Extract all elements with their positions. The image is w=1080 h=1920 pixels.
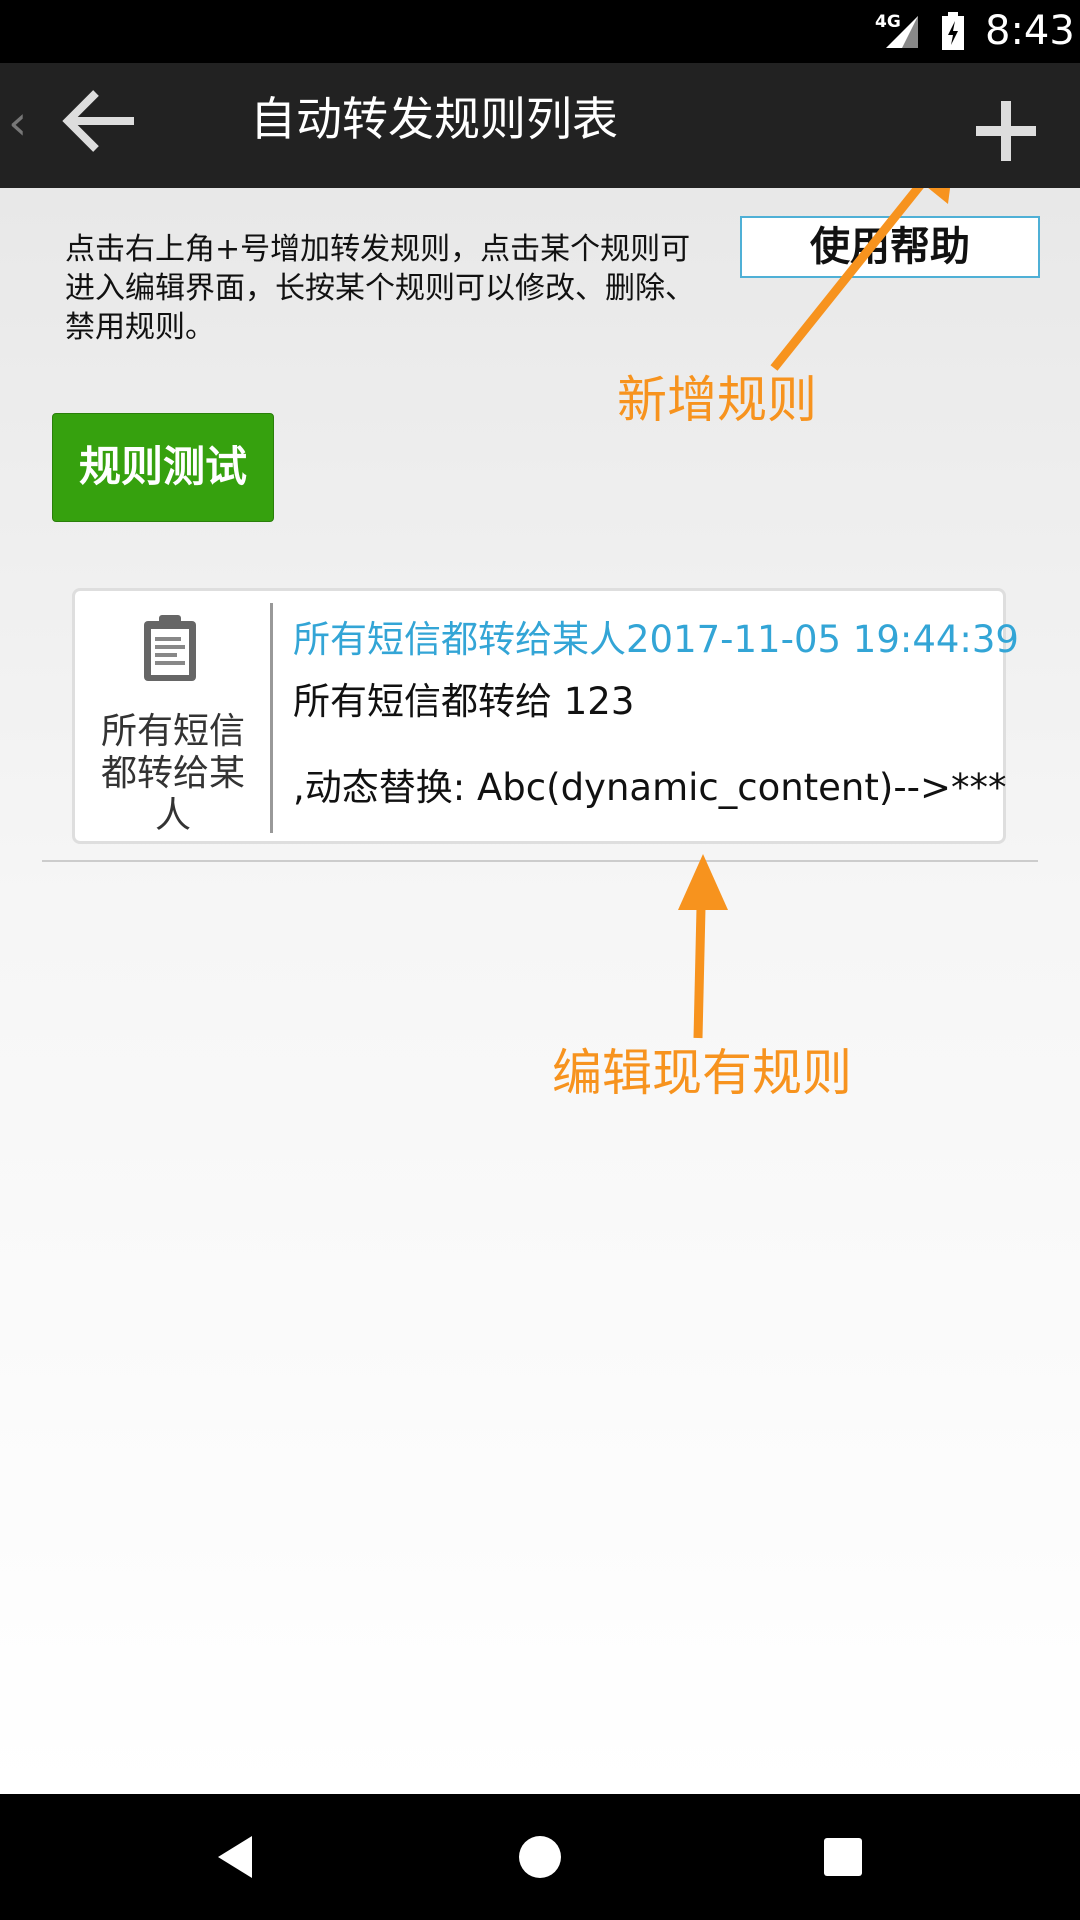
signal-icon <box>886 16 918 48</box>
help-button[interactable]: 使用帮助 <box>740 216 1040 278</box>
arrow-to-add <box>770 188 924 371</box>
rule-test-button[interactable]: 规则测试 <box>52 413 274 522</box>
rule-target: 所有短信都转给 123 <box>293 680 635 723</box>
clipboard-icon <box>144 615 196 681</box>
status-bar: 4G 8:43 <box>0 0 1080 63</box>
annotation-new-rule: 新增规则 <box>617 371 817 429</box>
chevron-left-icon[interactable]: ‹ <box>8 95 27 151</box>
back-triangle-icon[interactable] <box>212 1832 262 1882</box>
recents-square-icon[interactable] <box>818 1832 868 1882</box>
clock: 8:43 <box>985 8 1075 54</box>
arrow-to-rule <box>693 907 706 1039</box>
battery-icon <box>942 12 964 50</box>
plus-icon[interactable] <box>968 93 1044 169</box>
rule-name: 所有短信都转给某人 <box>100 711 245 836</box>
navigation-bar <box>0 1794 1080 1920</box>
arrow-head-rule <box>678 854 728 910</box>
content-area: 点击右上角+号增加转发规则，点击某个规则可进入编辑界面，长按某个规则可以修改、删… <box>0 188 1080 1794</box>
page-title: 自动转发规则列表 <box>250 92 618 146</box>
rule-list-item[interactable]: 所有短信都转给某人 所有短信都转给某人2017-11-05 19:44:39 所… <box>72 588 1019 844</box>
rule-icon-panel: 所有短信都转给某人 <box>75 603 273 836</box>
toolbar: ‹ 自动转发规则列表 <box>0 63 1080 188</box>
annotation-edit-rule: 编辑现有规则 <box>552 1044 852 1102</box>
list-divider <box>42 860 1038 862</box>
rule-title: 所有短信都转给某人2017-11-05 19:44:39 <box>293 618 1019 661</box>
arrow-head-add <box>928 188 951 204</box>
arrow-left-icon[interactable] <box>60 85 140 157</box>
help-description: 点击右上角+号增加转发规则，点击某个规则可进入编辑界面，长按某个规则可以修改、删… <box>65 232 695 345</box>
rule-replacement: ,动态替换: Abc(dynamic_content)-->*** <box>293 766 1007 809</box>
home-circle-icon[interactable] <box>515 1832 565 1882</box>
